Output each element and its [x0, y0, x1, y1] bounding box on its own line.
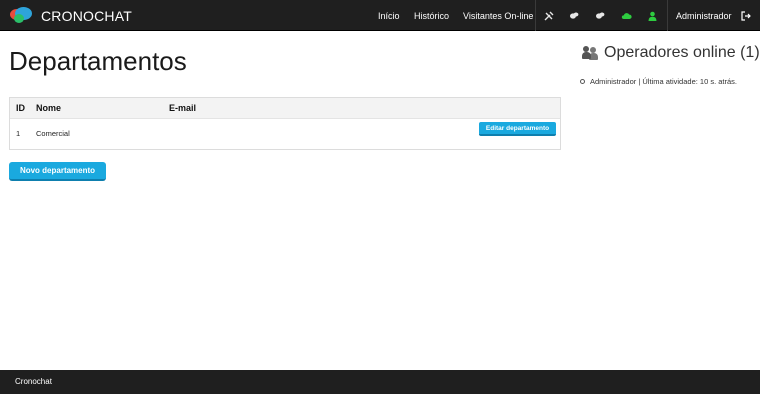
nav-link-historico[interactable]: Histórico — [414, 0, 449, 31]
operator-status: Administrador | Última atividade: 10 s. … — [590, 77, 738, 86]
nav-divider — [535, 0, 536, 31]
list-item: Administrador | Última atividade: 10 s. … — [580, 77, 737, 86]
column-header-nome: Nome — [36, 103, 62, 113]
tools-icon[interactable] — [541, 0, 557, 31]
nav-link-label: Início — [378, 10, 400, 21]
brand-logo-link[interactable]: CRONOCHAT — [10, 6, 132, 26]
page-title: Departamentos — [9, 46, 187, 76]
cloud-icon[interactable] — [618, 0, 634, 31]
column-header-email: E-mail — [169, 103, 197, 113]
footer: Cronochat — [0, 370, 760, 394]
nav-link-inicio[interactable]: Início — [378, 0, 400, 31]
user-menu[interactable]: Administrador — [676, 0, 732, 31]
table-row: 1 Comercial Editar departamento — [10, 119, 560, 149]
operators-online-heading: Operadores online (1) — [582, 44, 760, 62]
top-navbar: CRONOCHAT Início Histórico Visitantes On… — [0, 0, 760, 31]
new-department-button[interactable]: Novo departamento — [9, 162, 106, 181]
footer-text: Cronochat — [15, 377, 52, 386]
users-icon — [582, 46, 598, 60]
operators-list: Administrador | Última atividade: 10 s. … — [580, 77, 737, 86]
table-header: ID Nome E-mail — [10, 98, 560, 119]
bullet-icon — [580, 79, 585, 84]
column-header-id: ID — [16, 103, 25, 113]
nav-link-label: Histórico — [414, 10, 450, 21]
brand-name: CRONOCHAT — [41, 8, 132, 24]
nav-link-label: Visitantes On-line — [463, 10, 534, 21]
user-name: Administrador — [676, 10, 732, 21]
user-icon[interactable] — [644, 0, 660, 31]
chat-bubbles-logo-icon — [10, 7, 36, 25]
cell-nome: Comercial — [36, 129, 70, 138]
operators-online-title: Operadores online (1) — [604, 44, 760, 61]
edit-department-button[interactable]: Editar departamento — [479, 122, 556, 136]
chat-bubble-alt-icon[interactable] — [592, 0, 608, 31]
nav-link-visitantes-online[interactable]: Visitantes On-line — [463, 0, 533, 31]
chat-bubble-icon[interactable] — [566, 0, 582, 31]
nav-divider — [667, 0, 668, 31]
logout-icon[interactable] — [741, 0, 751, 31]
cell-id: 1 — [16, 129, 21, 138]
departments-table: ID Nome E-mail 1 Comercial Editar depart… — [9, 97, 561, 150]
